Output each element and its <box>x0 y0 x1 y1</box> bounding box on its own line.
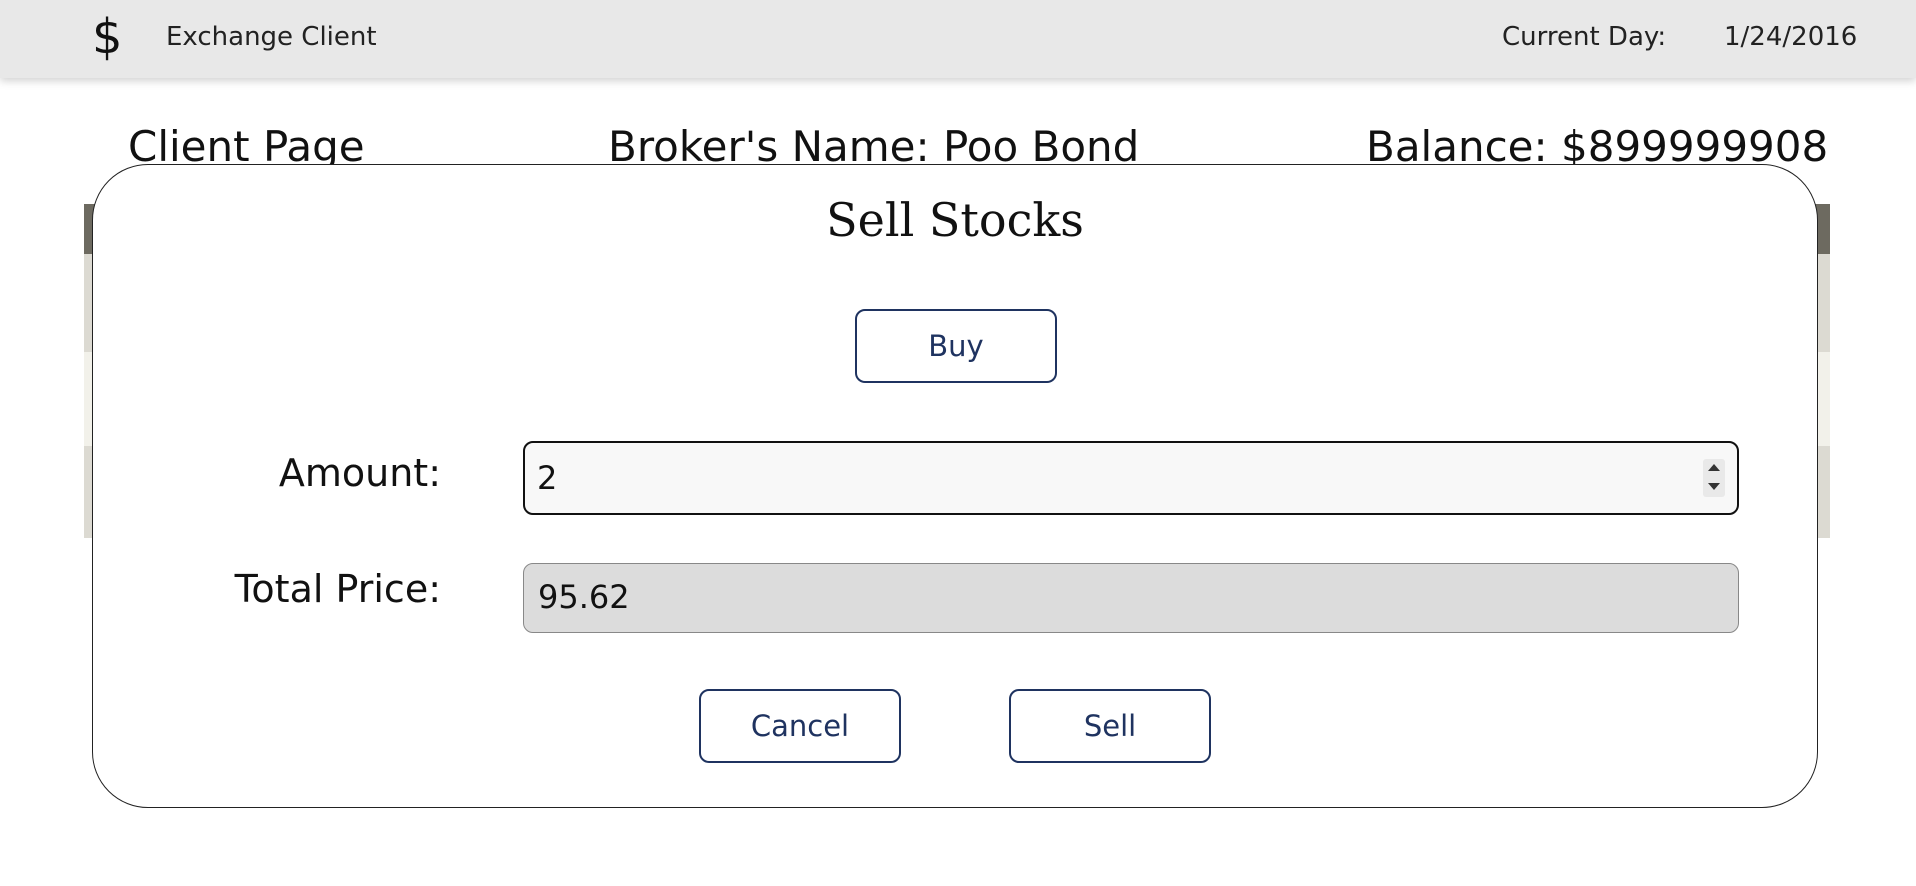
sell-button[interactable]: Sell <box>1009 689 1211 763</box>
cancel-button[interactable]: Cancel <box>699 689 901 763</box>
sell-stocks-dialog: Sell Stocks Buy Amount: Total Price: 95.… <box>92 164 1818 808</box>
current-day-label: Current Day: <box>1502 22 1667 52</box>
amount-field[interactable] <box>523 441 1739 515</box>
total-price-value: 95.62 <box>538 578 630 616</box>
current-day-value: 1/24/2016 <box>1724 22 1858 52</box>
spin-up-icon[interactable] <box>1708 464 1720 471</box>
total-price-label: Total Price: <box>234 567 441 611</box>
top-navigation-bar: $ Exchange Client Current Day: 1/24/2016 <box>0 0 1916 78</box>
total-price-field: 95.62 <box>523 563 1739 633</box>
app-title: Exchange Client <box>166 22 377 52</box>
dialog-title: Sell Stocks <box>826 193 1084 247</box>
dollar-logo-icon: $ <box>92 9 123 65</box>
amount-label: Amount: <box>278 451 441 495</box>
amount-input[interactable] <box>537 451 1677 505</box>
buy-toggle-button[interactable]: Buy <box>855 309 1057 383</box>
number-stepper-icon[interactable] <box>1703 459 1725 497</box>
spin-down-icon[interactable] <box>1708 483 1720 490</box>
